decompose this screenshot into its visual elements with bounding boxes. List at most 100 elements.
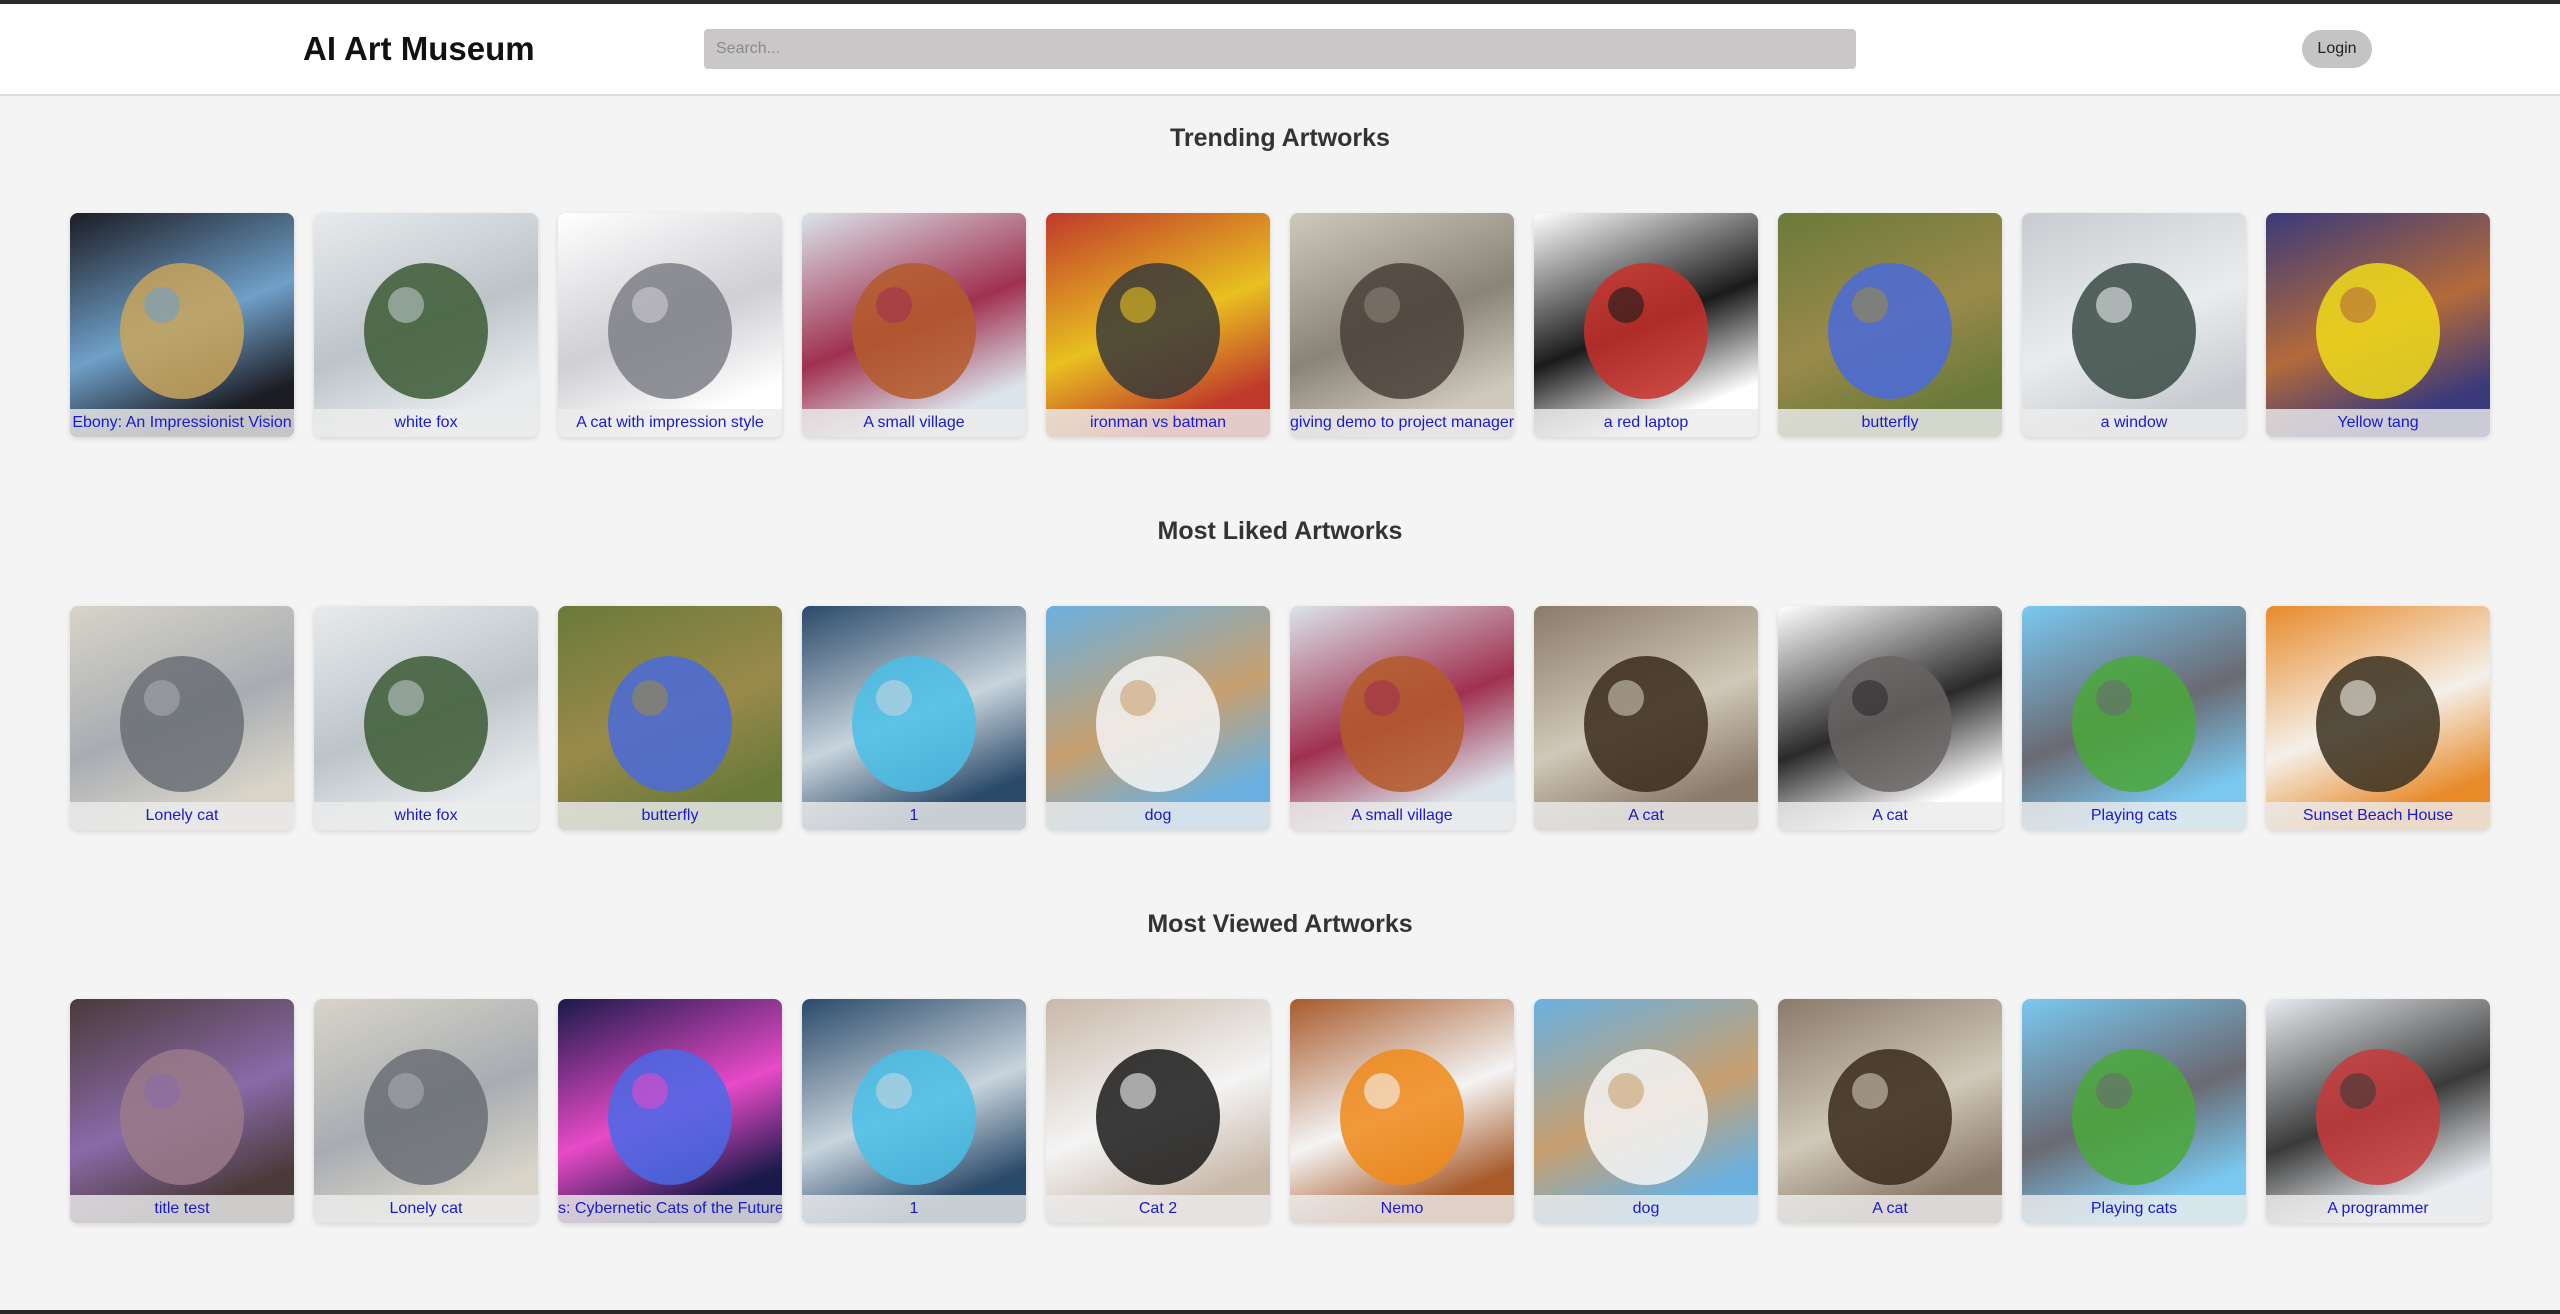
login-button[interactable]: Login (2302, 30, 2372, 68)
artwork-card[interactable]: dog (1534, 999, 1758, 1223)
artwork-thumbnail[interactable] (70, 606, 294, 830)
artwork-caption[interactable]: A cat (1534, 802, 1758, 830)
artwork-caption[interactable]: A small village (1290, 802, 1514, 830)
artwork-thumbnail[interactable] (558, 606, 782, 830)
artwork-thumbnail[interactable] (802, 999, 1026, 1223)
artwork-caption[interactable]: a window (2022, 409, 2246, 437)
artwork-card[interactable]: Nemo (1290, 999, 1514, 1223)
artwork-thumbnail[interactable] (802, 606, 1026, 830)
artwork-thumbnail[interactable] (1534, 999, 1758, 1223)
artwork-card[interactable]: A small village (1290, 606, 1514, 830)
artwork-caption[interactable]: s: Cybernetic Cats of the Future (558, 1195, 782, 1223)
trending-row: Ebony: An Impressionist Vision white fox A… (70, 213, 2490, 438)
artwork-thumbnail[interactable] (2022, 606, 2246, 830)
artwork-card[interactable]: dog (1046, 606, 1270, 830)
artwork-card[interactable]: ironman vs batman (1046, 213, 1270, 437)
artwork-thumbnail[interactable] (1046, 213, 1270, 437)
artwork-caption[interactable]: title test (70, 1195, 294, 1223)
artwork-card[interactable]: A cat (1778, 999, 2002, 1223)
artwork-card[interactable]: A cat (1534, 606, 1758, 830)
artwork-caption[interactable]: butterfly (558, 802, 782, 830)
artwork-card[interactable]: butterfly (1778, 213, 2002, 437)
artwork-card[interactable]: white fox (314, 213, 538, 437)
artwork-caption[interactable]: A cat (1778, 802, 2002, 830)
artwork-thumbnail[interactable] (1534, 606, 1758, 830)
artwork-caption[interactable]: giving demo to project manager (1290, 409, 1514, 437)
artwork-thumbnail[interactable] (1046, 999, 1270, 1223)
artwork-thumbnail[interactable] (2266, 999, 2490, 1223)
artwork-card[interactable]: Playing cats (2022, 606, 2246, 830)
artwork-card[interactable]: butterfly (558, 606, 782, 830)
section-title-most-viewed: Most Viewed Artworks (1147, 910, 1413, 938)
artwork-card[interactable]: 1 (802, 606, 1026, 830)
artwork-caption[interactable]: A cat with impression style (558, 409, 782, 437)
artwork-card[interactable]: Playing cats (2022, 999, 2246, 1223)
artwork-caption[interactable]: Cat 2 (1046, 1195, 1270, 1223)
artwork-card[interactable]: A cat with impression style (558, 213, 782, 437)
artwork-card[interactable]: Cat 2 (1046, 999, 1270, 1223)
section-title-most-liked: Most Liked Artworks (1157, 517, 1403, 545)
artwork-card[interactable]: 1 (802, 999, 1026, 1223)
artwork-caption[interactable]: dog (1046, 802, 1270, 830)
artwork-card[interactable]: Lonely cat (314, 999, 538, 1223)
artwork-thumbnail[interactable] (1290, 213, 1514, 437)
artwork-caption[interactable]: A small village (802, 409, 1026, 437)
artwork-card[interactable]: Lonely cat (70, 606, 294, 830)
artwork-card[interactable]: Ebony: An Impressionist Vision (70, 213, 294, 437)
artwork-thumbnail[interactable] (2266, 213, 2490, 437)
artwork-thumbnail[interactable] (314, 999, 538, 1223)
artwork-thumbnail[interactable] (1534, 213, 1758, 437)
site-title[interactable]: AI Art Museum (303, 30, 535, 68)
artwork-thumbnail[interactable] (314, 213, 538, 437)
artwork-thumbnail[interactable] (558, 999, 782, 1223)
artwork-caption[interactable]: Yellow tang (2266, 409, 2490, 437)
artwork-thumbnail[interactable] (2022, 999, 2246, 1223)
artwork-caption[interactable]: A programmer (2266, 1195, 2490, 1223)
artwork-caption[interactable]: Lonely cat (314, 1195, 538, 1223)
artwork-thumbnail[interactable] (1046, 606, 1270, 830)
artwork-caption[interactable]: Playing cats (2022, 802, 2246, 830)
artwork-card[interactable]: A programmer (2266, 999, 2490, 1223)
artwork-card[interactable]: white fox (314, 606, 538, 830)
artwork-card[interactable]: A small village (802, 213, 1026, 437)
artwork-thumbnail[interactable] (1778, 999, 2002, 1223)
artwork-card[interactable]: a window (2022, 213, 2246, 437)
search-input[interactable] (704, 29, 1856, 69)
artwork-thumbnail[interactable] (314, 606, 538, 830)
artwork-caption[interactable]: A cat (1778, 1195, 2002, 1223)
artwork-caption[interactable]: Lonely cat (70, 802, 294, 830)
artwork-caption[interactable]: white fox (314, 802, 538, 830)
artwork-card[interactable]: title test (70, 999, 294, 1223)
header: AI Art Museum Login (0, 4, 2560, 96)
artwork-card[interactable]: a red laptop (1534, 213, 1758, 437)
artwork-caption[interactable]: a red laptop (1534, 409, 1758, 437)
artwork-caption[interactable]: dog (1534, 1195, 1758, 1223)
artwork-caption[interactable]: Playing cats (2022, 1195, 2246, 1223)
artwork-card[interactable]: A cat (1778, 606, 2002, 830)
artwork-thumbnail[interactable] (70, 999, 294, 1223)
artwork-caption[interactable]: Sunset Beach House (2266, 802, 2490, 830)
artwork-card[interactable]: Sunset Beach House (2266, 606, 2490, 830)
artwork-caption[interactable]: Nemo (1290, 1195, 1514, 1223)
most-liked-row: Lonely cat white fox butterfly 1 dog A small … (70, 606, 2490, 831)
artwork-caption[interactable]: Ebony: An Impressionist Vision (70, 409, 294, 437)
artwork-card[interactable]: Yellow tang (2266, 213, 2490, 437)
artwork-caption[interactable]: 1 (802, 1195, 1026, 1223)
section-title-trending: Trending Artworks (1170, 124, 1390, 152)
artwork-card[interactable]: s: Cybernetic Cats of the Future (558, 999, 782, 1223)
artwork-caption[interactable]: white fox (314, 409, 538, 437)
artwork-thumbnail[interactable] (1290, 606, 1514, 830)
artwork-caption[interactable]: ironman vs batman (1046, 409, 1270, 437)
artwork-thumbnail[interactable] (2022, 213, 2246, 437)
artwork-thumbnail[interactable] (1290, 999, 1514, 1223)
artwork-thumbnail[interactable] (558, 213, 782, 437)
artwork-thumbnail[interactable] (802, 213, 1026, 437)
artwork-thumbnail[interactable] (2266, 606, 2490, 830)
most-viewed-row: title test Lonely cat s: Cybernetic Cats o… (70, 999, 2490, 1224)
artwork-card[interactable]: giving demo to project manager (1290, 213, 1514, 437)
artwork-caption[interactable]: butterfly (1778, 409, 2002, 437)
artwork-thumbnail[interactable] (1778, 606, 2002, 830)
artwork-thumbnail[interactable] (1778, 213, 2002, 437)
artwork-thumbnail[interactable] (70, 213, 294, 437)
artwork-caption[interactable]: 1 (802, 802, 1026, 830)
